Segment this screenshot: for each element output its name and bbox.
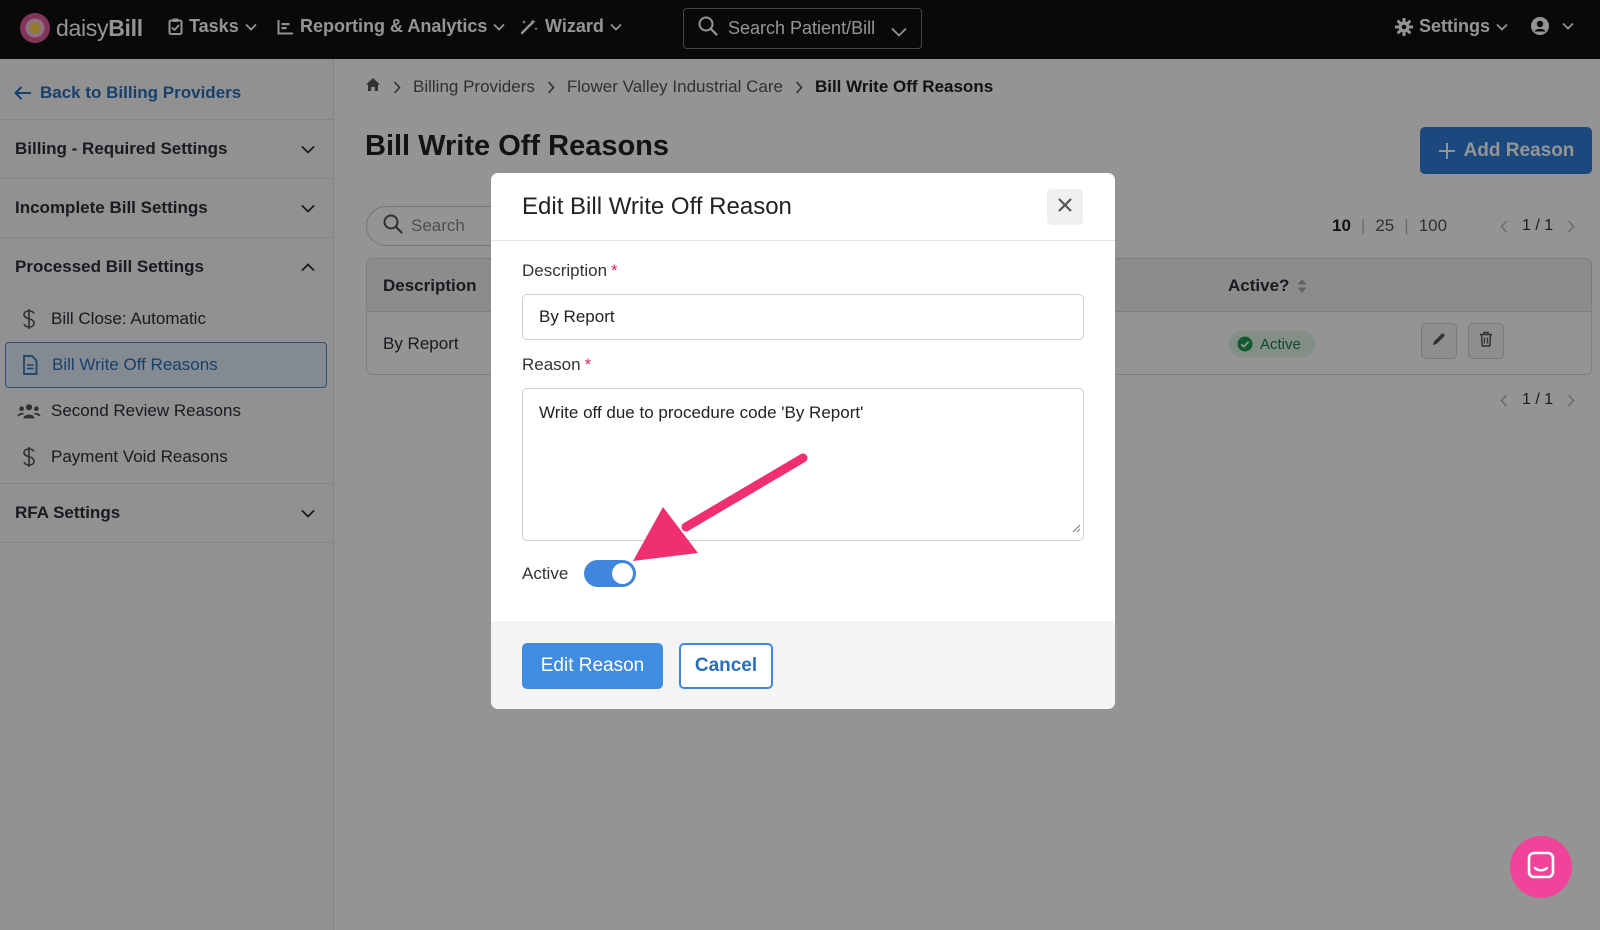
arrow-shaft xyxy=(681,453,808,532)
chat-icon xyxy=(1527,851,1555,884)
annotation-arrow xyxy=(633,453,808,561)
arrow-head xyxy=(633,507,698,561)
chat-launcher-button[interactable] xyxy=(1510,836,1572,898)
